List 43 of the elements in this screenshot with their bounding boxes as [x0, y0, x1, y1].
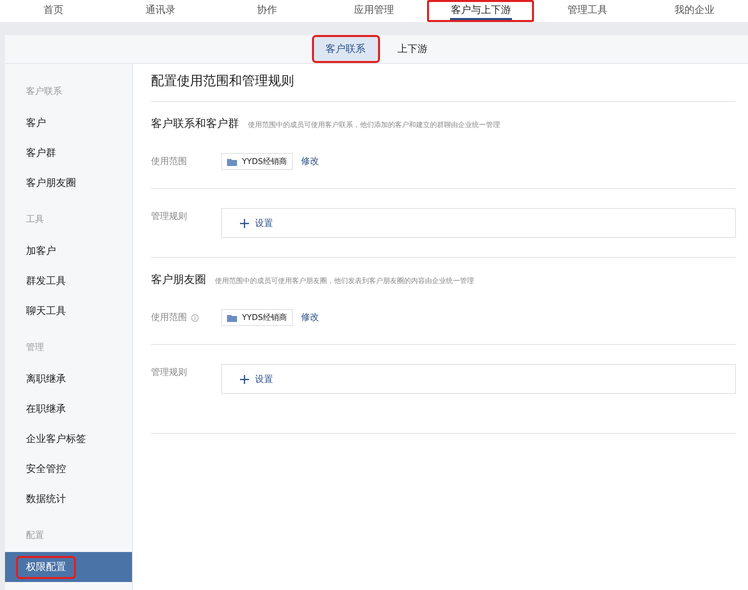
folder-icon — [227, 158, 237, 166]
field-label: 使用范围 — [151, 156, 187, 168]
sidebar-heading: 客户联系 — [25, 86, 63, 99]
sidebar-item[interactable]: 客户群 — [5, 138, 132, 168]
nav-tab[interactable]: 首页 — [0, 0, 107, 22]
field-label: 使用范围 — [151, 312, 187, 324]
sidebar-item[interactable]: 客户 — [5, 108, 132, 138]
sidebar-item[interactable]: 数据统计 — [5, 484, 132, 514]
nav-tab[interactable]: 管理工具 — [534, 0, 642, 22]
info-icon[interactable] — [191, 314, 199, 322]
section-title: 客户联系和客户群 — [151, 116, 239, 131]
sidebar-item[interactable]: 安全管控 — [5, 454, 132, 484]
section-title: 客户朋友圈 — [151, 272, 206, 287]
sidebar-heading: 工具 — [25, 214, 45, 227]
sidebar-item[interactable]: 加客户 — [5, 236, 132, 266]
add-rule-button[interactable]: 设置 — [234, 372, 279, 386]
nav-tab[interactable]: 客户与上下游 — [427, 0, 534, 22]
field-label: 管理规则 — [151, 366, 187, 379]
sidebar-item[interactable]: 聊天工具 — [5, 296, 132, 326]
department-tag: YYDS经销商 — [221, 309, 294, 326]
edit-link[interactable]: 修改 — [301, 155, 320, 168]
sub-tab[interactable]: 客户联系 — [314, 37, 378, 61]
page-title: 配置使用范围和管理规则 — [151, 64, 736, 102]
add-rule-button[interactable]: 设置 — [234, 216, 279, 230]
sidebar-item[interactable]: 群发工具 — [5, 266, 132, 296]
sidebar-heading: 管理 — [25, 342, 45, 355]
field-label: 管理规则 — [151, 210, 187, 223]
sidebar-item[interactable]: 在职继承 — [5, 394, 132, 424]
sidebar-item[interactable]: 离职继承 — [5, 364, 132, 394]
nav-tab[interactable]: 协作 — [214, 0, 321, 22]
department-tag: YYDS经销商 — [221, 153, 294, 170]
nav-tab[interactable]: 应用管理 — [320, 0, 428, 22]
sidebar-item[interactable]: 企业客户标签 — [5, 424, 132, 454]
plus-icon — [240, 218, 249, 228]
edit-link[interactable]: 修改 — [301, 311, 320, 324]
sub-tab[interactable]: 上下游 — [386, 37, 440, 61]
folder-icon — [227, 314, 237, 322]
sidebar-item[interactable]: 权限配置 — [5, 552, 132, 582]
sidebar-heading: 配置 — [25, 530, 45, 543]
plus-icon — [240, 374, 249, 384]
sidebar-item[interactable]: 客户朋友圈 — [5, 168, 132, 198]
nav-tab[interactable]: 我的企业 — [641, 0, 748, 22]
nav-tab[interactable]: 通讯录 — [106, 0, 214, 22]
